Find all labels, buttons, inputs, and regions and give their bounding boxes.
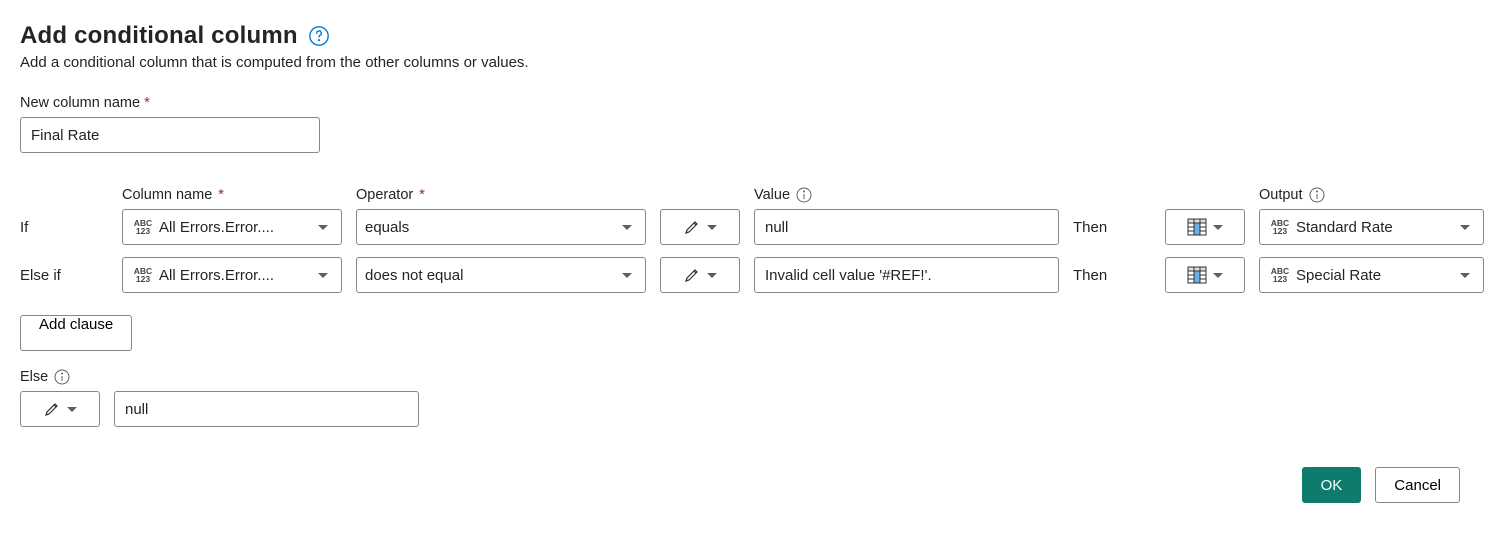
value-input[interactable] <box>754 209 1059 245</box>
chevron-down-icon <box>707 273 717 278</box>
chevron-down-icon <box>707 225 717 230</box>
dialog-title: Add conditional column <box>20 22 298 50</box>
help-icon[interactable] <box>308 25 330 47</box>
operator-dropdown[interactable]: does not equal <box>356 257 646 293</box>
info-icon <box>1309 187 1325 203</box>
abc123-type-icon: ABC123 <box>131 219 155 235</box>
column-headers: Column name Operator Value Output <box>20 187 1466 203</box>
output-dropdown[interactable]: ABC123 Special Rate <box>1259 257 1484 293</box>
chevron-down-icon <box>622 273 632 278</box>
clause-keyword: Else if <box>20 267 108 284</box>
value-input[interactable] <box>754 257 1059 293</box>
operator-dropdown[interactable]: equals <box>356 209 646 245</box>
value-type-selector[interactable] <box>660 209 740 245</box>
output-type-selector[interactable] <box>1165 209 1245 245</box>
new-column-input[interactable] <box>20 117 320 153</box>
abc123-type-icon: ABC123 <box>131 267 155 283</box>
chevron-down-icon <box>318 225 328 230</box>
column-name-dropdown[interactable]: ABC123 All Errors.Error.... <box>122 257 342 293</box>
pencil-icon <box>683 218 701 236</box>
chevron-down-icon <box>318 273 328 278</box>
chevron-down-icon <box>1213 225 1223 230</box>
info-icon <box>796 187 812 203</box>
chevron-down-icon <box>1460 225 1470 230</box>
column-name-header: Column name <box>122 187 342 203</box>
abc123-type-icon: ABC123 <box>1268 267 1292 283</box>
chevron-down-icon <box>67 407 77 412</box>
output-dropdown[interactable]: ABC123 Standard Rate <box>1259 209 1484 245</box>
clause-row: If ABC123 All Errors.Error.... equals Th… <box>20 209 1466 245</box>
clause-keyword: If <box>20 219 108 236</box>
output-type-selector[interactable] <box>1165 257 1245 293</box>
add-clause-button[interactable]: Add clause <box>20 315 132 351</box>
value-header: Value <box>754 187 1059 203</box>
else-type-selector[interactable] <box>20 391 100 427</box>
else-label: Else <box>20 369 1466 385</box>
new-column-label: New column name <box>20 95 1466 111</box>
then-label: Then <box>1073 267 1151 284</box>
column-picker-icon <box>1187 266 1207 284</box>
chevron-down-icon <box>622 225 632 230</box>
dialog-subtitle: Add a conditional column that is compute… <box>20 54 1466 71</box>
info-icon <box>54 369 70 385</box>
abc123-type-icon: ABC123 <box>1268 219 1292 235</box>
then-label: Then <box>1073 219 1151 236</box>
column-picker-icon <box>1187 218 1207 236</box>
pencil-icon <box>683 266 701 284</box>
pencil-icon <box>43 400 61 418</box>
value-type-selector[interactable] <box>660 257 740 293</box>
cancel-button[interactable]: Cancel <box>1375 467 1460 503</box>
else-value-input[interactable] <box>114 391 419 427</box>
output-header: Output <box>1259 187 1484 203</box>
operator-header: Operator <box>356 187 646 203</box>
clause-row: Else if ABC123 All Errors.Error.... does… <box>20 257 1466 293</box>
column-name-dropdown[interactable]: ABC123 All Errors.Error.... <box>122 209 342 245</box>
chevron-down-icon <box>1460 273 1470 278</box>
chevron-down-icon <box>1213 273 1223 278</box>
ok-button[interactable]: OK <box>1302 467 1362 503</box>
